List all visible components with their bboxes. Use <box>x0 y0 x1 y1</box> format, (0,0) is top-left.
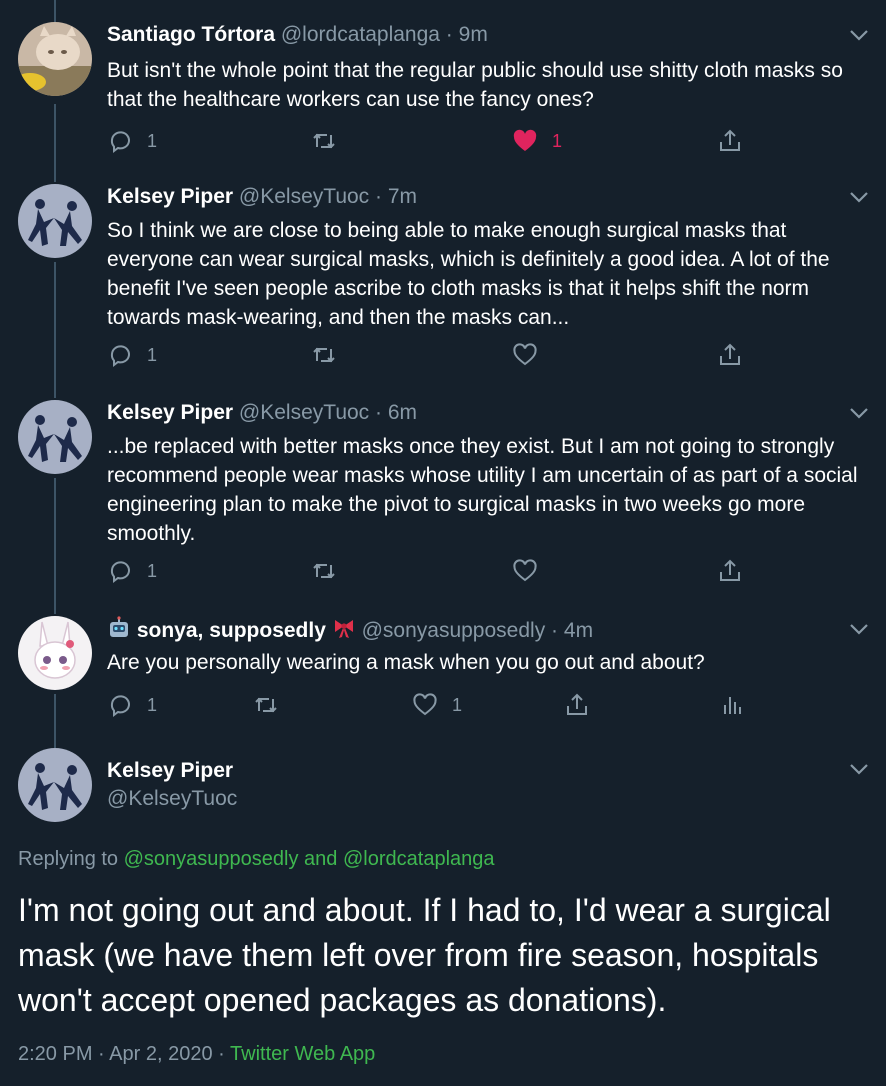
share-icon <box>717 128 743 154</box>
chevron-down-icon[interactable] <box>848 762 870 776</box>
replying-prefix: Replying to <box>18 848 119 870</box>
share-icon <box>717 342 743 368</box>
tweet-text: So I think we are close to being able to… <box>107 219 830 329</box>
avatar[interactable] <box>18 748 92 822</box>
reply-button[interactable]: 1 <box>107 340 157 370</box>
tweet-time[interactable]: 9m <box>459 23 488 46</box>
share-button[interactable] <box>717 126 743 156</box>
retweet-button[interactable] <box>311 556 337 586</box>
like-icon <box>512 342 538 368</box>
author-name[interactable]: Kelsey Piper <box>107 758 233 784</box>
tweet-meta: 2:20 PM · Apr 2, 2020 · Twitter Web App <box>18 1043 375 1066</box>
reply-count: 1 <box>147 560 158 581</box>
retweet-button[interactable] <box>311 340 337 370</box>
share-icon <box>717 558 743 584</box>
separator-dot: · <box>445 23 453 46</box>
retweet-icon <box>311 342 337 368</box>
main-tweet-text: I'm not going out and about. If I had to… <box>18 892 831 1018</box>
reply-button[interactable]: 1 <box>107 126 157 156</box>
avatar[interactable] <box>18 22 92 96</box>
tweet-time[interactable]: 6m <box>388 401 417 424</box>
analytics-button[interactable] <box>719 690 745 720</box>
tweet[interactable]: Santiago Tórtora @lordcataplanga · 9m Bu… <box>0 22 886 172</box>
share-button[interactable] <box>717 340 743 370</box>
author-name[interactable]: Kelsey Piper <box>107 185 233 208</box>
like-button[interactable] <box>512 556 538 586</box>
mention-link[interactable]: @lordcataplanga <box>343 848 495 870</box>
chevron-down-icon[interactable] <box>848 190 870 204</box>
separator-dot: · <box>375 185 383 208</box>
tweet-source[interactable]: Twitter Web App <box>230 1043 375 1065</box>
tweet[interactable]: Kelsey Piper @KelseyTuoc · 6m ...be repl… <box>0 400 886 600</box>
retweet-button[interactable] <box>253 690 279 720</box>
reply-icon <box>107 342 133 368</box>
replying-and: and <box>304 848 338 870</box>
like-icon <box>512 558 538 584</box>
author-name[interactable]: Santiago Tórtora <box>107 23 275 46</box>
thread-line <box>54 0 56 22</box>
like-button[interactable]: 1 <box>512 126 562 156</box>
tweet-time[interactable]: 4m <box>564 619 593 642</box>
avatar[interactable] <box>18 400 92 474</box>
robot-emoji-icon <box>107 616 131 647</box>
tweet-text: Are you personally wearing a mask when y… <box>107 651 705 674</box>
tweet[interactable]: Kelsey Piper @KelseyTuoc · 7m So I think… <box>0 184 886 384</box>
author-handle[interactable]: @KelseyTuoc <box>239 185 369 208</box>
retweet-icon <box>311 128 337 154</box>
reply-count: 1 <box>147 694 158 715</box>
avatar[interactable] <box>18 616 92 690</box>
share-button[interactable] <box>717 556 743 586</box>
share-icon <box>564 692 590 718</box>
like-button[interactable]: 1 <box>412 690 462 720</box>
tweet-time[interactable]: 7m <box>388 185 417 208</box>
retweet-icon <box>253 692 279 718</box>
analytics-icon <box>719 692 745 718</box>
like-icon <box>512 128 538 154</box>
avatar[interactable] <box>18 184 92 258</box>
reply-button[interactable]: 1 <box>107 556 157 586</box>
tweet-header: Kelsey Piper @KelseyTuoc · 6m <box>107 400 417 426</box>
ribbon-emoji-icon <box>332 616 356 647</box>
mention-link[interactable]: @sonyasupposedly <box>124 848 299 870</box>
tweet-timestamp[interactable]: 2:20 PM <box>18 1043 92 1065</box>
chevron-down-icon[interactable] <box>848 28 870 42</box>
author-handle[interactable]: @sonyasupposedly <box>362 619 546 642</box>
author-name[interactable]: Kelsey Piper <box>107 401 233 424</box>
reply-icon <box>107 692 133 718</box>
reply-icon <box>107 128 133 154</box>
reply-count: 1 <box>147 130 158 151</box>
tweet[interactable]: sonya, supposedly @sonyasupposedly · 4m … <box>0 616 886 726</box>
tweet-text: But isn't the whole point that the regul… <box>107 59 843 111</box>
retweet-icon <box>311 558 337 584</box>
author-handle[interactable]: @lordcataplanga <box>281 23 440 46</box>
tweet-text: ...be replaced with better masks once th… <box>107 435 858 545</box>
share-button[interactable] <box>564 690 590 720</box>
like-count: 1 <box>552 130 563 151</box>
chevron-down-icon[interactable] <box>848 406 870 420</box>
author-handle[interactable]: @KelseyTuoc <box>239 401 369 424</box>
tweet-header: Santiago Tórtora @lordcataplanga · 9m <box>107 22 488 48</box>
author-name[interactable]: sonya, supposedly <box>137 619 326 642</box>
reply-icon <box>107 558 133 584</box>
tweet-header: sonya, supposedly @sonyasupposedly · 4m <box>107 616 593 647</box>
like-button[interactable] <box>512 340 538 370</box>
tweet-header: Kelsey Piper @KelseyTuoc · 7m <box>107 184 417 210</box>
separator-dot: · <box>375 401 383 424</box>
like-icon <box>412 692 438 718</box>
separator-dot: · <box>218 1043 225 1065</box>
tweet-date[interactable]: Apr 2, 2020 <box>109 1043 212 1065</box>
replying-to: Replying to @sonyasupposedly and @lordca… <box>18 848 495 871</box>
reply-button[interactable]: 1 <box>107 690 157 720</box>
like-count: 1 <box>452 694 463 715</box>
author-handle[interactable]: @KelseyTuoc <box>107 786 237 812</box>
separator-dot: · <box>98 1043 105 1065</box>
chevron-down-icon[interactable] <box>848 622 870 636</box>
reply-count: 1 <box>147 344 158 365</box>
retweet-button[interactable] <box>311 126 337 156</box>
separator-dot: · <box>551 619 559 642</box>
